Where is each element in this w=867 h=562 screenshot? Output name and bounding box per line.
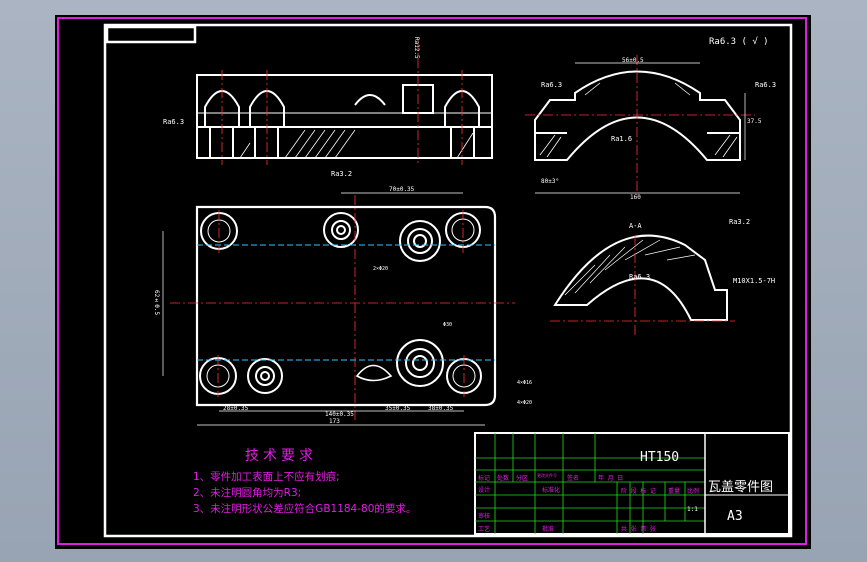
sheet-size-label: A3 xyxy=(727,509,743,524)
plan-hidden xyxy=(197,244,495,361)
left-label: 审核 xyxy=(478,513,491,520)
dim-label: 28±0.35 xyxy=(223,405,249,412)
dim-label: 62±0.5 xyxy=(153,290,160,316)
rev-header: 分区 xyxy=(516,475,529,482)
sheet-count: 共 张 第 张 xyxy=(621,526,656,533)
left-label: 工艺 xyxy=(478,526,491,533)
dim-label: 37.5 xyxy=(747,118,762,125)
plan-holes xyxy=(199,212,482,395)
surface-default-note: Ra6.3 ( √ ) xyxy=(709,37,769,47)
dim-label: 160 xyxy=(630,194,641,201)
left-label: 设计 xyxy=(478,487,491,494)
section-label: A-A xyxy=(629,222,642,230)
ra-note: Ra3.2 xyxy=(729,218,751,226)
front-view xyxy=(196,74,493,159)
mid-label: 批准 xyxy=(542,526,555,533)
dim-label: 56±0.5 xyxy=(622,57,644,64)
stage-header: 重量 xyxy=(668,488,681,495)
dim-label: 35±0.35 xyxy=(385,405,411,412)
dim-label: 38±0.35 xyxy=(428,405,454,412)
dim-label: 173 xyxy=(329,418,340,425)
ra-note: Ra6.3 xyxy=(541,81,563,89)
ra-note: Ra6.3 xyxy=(629,273,651,281)
technical-requirements: 技术要求 1、零件加工表面上不应有划痕; 2、未注明圆角均为R3; 3、未注明形… xyxy=(193,445,463,517)
rev-header: 更改文件号 xyxy=(537,473,557,478)
mid-label: 标准化 xyxy=(542,487,561,494)
ra-note: Ra6.3 xyxy=(755,81,777,89)
ra-note: Ra1.6 xyxy=(611,135,633,143)
ra-note: Ra12.5 xyxy=(413,37,420,59)
tech-item: 3、未注明形状公差应符合GB1184-80的要求。 xyxy=(193,503,417,515)
thread-label: M10X1.5-7H xyxy=(733,277,776,285)
ra-note: Ra3.2 xyxy=(331,170,353,178)
front-centerlines xyxy=(221,40,463,165)
material-label: HT150 xyxy=(640,450,680,465)
stage-header: 阶 段 标 记 xyxy=(621,488,656,495)
tech-item: 2、未注明圆角均为R3; xyxy=(193,487,302,499)
stage-header: 比例 xyxy=(687,488,700,495)
rev-header: 处数 xyxy=(497,475,510,482)
side-dims xyxy=(535,62,746,194)
rev-header: 标记 xyxy=(478,475,491,482)
front-hatch xyxy=(239,129,474,159)
hole-label: Φ30 xyxy=(443,322,453,328)
side-hatch xyxy=(539,82,738,158)
dim-label: 80±3° xyxy=(541,178,560,185)
tech-item: 1、零件加工表面上不应有划痕; xyxy=(193,471,340,483)
dim-label: 140±0.35 xyxy=(325,411,354,418)
tech-title: 技术要求 xyxy=(245,448,317,464)
scale-label: 1:1 xyxy=(687,506,698,513)
rev-header: 签名 xyxy=(567,475,580,482)
ra-note: Ra6.3 xyxy=(163,118,185,126)
rev-header: 年 月 日 xyxy=(598,475,624,482)
hole-label: 2×Φ20 xyxy=(373,266,389,272)
dim-label: 70±0.35 xyxy=(389,186,415,193)
corner-box xyxy=(105,25,197,44)
hole-label: 4×Φ20 xyxy=(517,400,533,406)
side-view xyxy=(534,70,741,161)
part-name-label: 瓦盖零件图 xyxy=(708,480,774,495)
hole-label: 4×Φ16 xyxy=(517,380,533,386)
